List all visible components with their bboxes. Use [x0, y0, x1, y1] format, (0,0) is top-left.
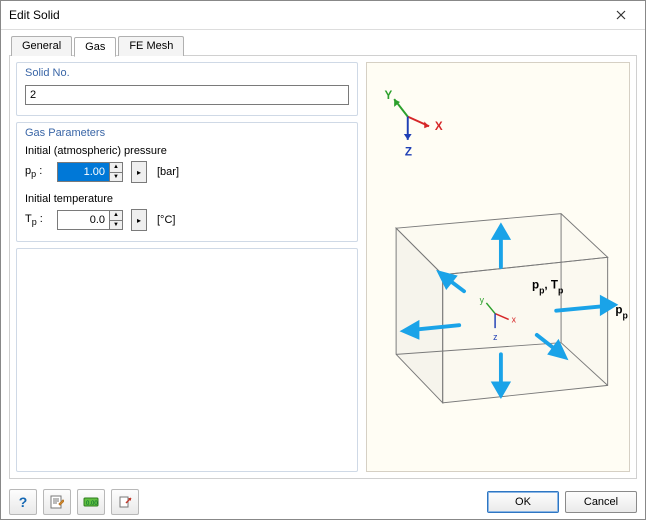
label-pp-outer: pp — [615, 304, 627, 321]
svg-text:Z: Z — [405, 145, 412, 158]
group-title-gas: Gas Parameters — [25, 127, 349, 139]
import-icon — [118, 495, 132, 509]
preview-illustration: X Y Z — [367, 63, 629, 471]
temperature-stepper[interactable]: ▲▼ — [109, 210, 123, 230]
preview-pane: X Y Z — [366, 62, 630, 472]
tab-panel: Solid No. Gas Parameters Initial (atmosp… — [9, 55, 637, 479]
import-button[interactable] — [111, 489, 139, 515]
note-pencil-icon — [50, 495, 64, 509]
temperature-input[interactable] — [57, 210, 109, 230]
cancel-button[interactable]: Cancel — [565, 491, 637, 513]
temperature-spinner: ▲▼ — [57, 210, 123, 230]
svg-text:Y: Y — [384, 89, 392, 102]
units-button[interactable]: 0.00 — [77, 489, 105, 515]
svg-text:X: X — [435, 120, 443, 133]
svg-text:z: z — [493, 332, 497, 342]
pressure-symbol: pp : — [25, 165, 51, 179]
svg-text:y: y — [480, 295, 485, 305]
group-empty — [16, 248, 358, 472]
close-button[interactable] — [601, 3, 641, 27]
group-solid-no: Solid No. — [16, 62, 358, 116]
tab-general[interactable]: General — [11, 36, 72, 56]
pressure-input[interactable] — [57, 162, 109, 182]
left-column: Solid No. Gas Parameters Initial (atmosp… — [16, 62, 358, 472]
solid-no-input[interactable] — [25, 85, 349, 105]
help-button[interactable]: ? — [9, 489, 37, 515]
temperature-label: Initial temperature — [25, 193, 349, 205]
help-icon: ? — [19, 494, 28, 510]
window-title: Edit Solid — [9, 8, 601, 22]
content-area: General Gas FE Mesh Solid No. Gas Parame… — [1, 30, 645, 485]
pressure-row: pp : ▲▼ ▸ [bar] — [25, 161, 349, 183]
chevron-down-icon[interactable]: ▼ — [110, 221, 122, 230]
svg-text:x: x — [512, 314, 517, 324]
tabstrip: General Gas FE Mesh — [9, 36, 637, 56]
group-gas-parameters: Gas Parameters Initial (atmospheric) pre… — [16, 122, 358, 242]
pressure-label: Initial (atmospheric) pressure — [25, 145, 349, 157]
titlebar: Edit Solid — [1, 1, 645, 30]
tab-gas[interactable]: Gas — [74, 37, 116, 57]
temperature-row: Tp : ▲▼ ▸ [°C] — [25, 209, 349, 231]
close-icon — [616, 10, 626, 20]
temperature-symbol: Tp : — [25, 213, 51, 227]
ok-button[interactable]: OK — [487, 491, 559, 513]
pressure-stepper[interactable]: ▲▼ — [109, 162, 123, 182]
pressure-unit: [bar] — [157, 166, 179, 178]
chevron-up-icon[interactable]: ▲ — [110, 211, 122, 221]
edit-button[interactable] — [43, 489, 71, 515]
group-title-solid-no: Solid No. — [25, 67, 349, 79]
dialog-window: Edit Solid General Gas FE Mesh Solid No.… — [0, 0, 646, 520]
footer-bar: ? 0.00 OK Cancel — [1, 485, 645, 519]
pressure-spinner: ▲▼ — [57, 162, 123, 182]
svg-text:0.00: 0.00 — [86, 501, 98, 507]
pressure-picker[interactable]: ▸ — [131, 161, 147, 183]
temperature-unit: [°C] — [157, 214, 175, 226]
units-icon: 0.00 — [83, 495, 99, 509]
chevron-down-icon[interactable]: ▼ — [110, 173, 122, 182]
temperature-picker[interactable]: ▸ — [131, 209, 147, 231]
chevron-up-icon[interactable]: ▲ — [110, 163, 122, 173]
tab-fe-mesh[interactable]: FE Mesh — [118, 36, 184, 56]
